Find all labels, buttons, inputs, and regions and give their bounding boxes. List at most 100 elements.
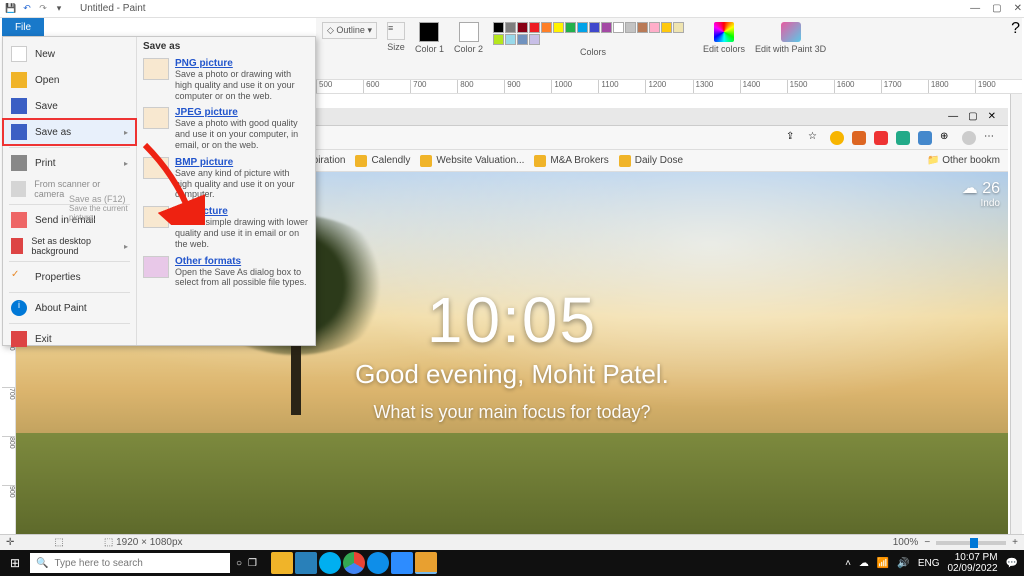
save-as-gif[interactable]: GIF pictureSave a simple drawing with lo… — [143, 206, 309, 249]
ribbon-color1[interactable]: Color 1 — [415, 22, 444, 54]
color-palette[interactable] — [493, 22, 693, 45]
app-skype-icon[interactable] — [319, 552, 341, 574]
save-as-png[interactable]: PNG pictureSave a photo or drawing with … — [143, 58, 309, 101]
app-teamviewer-icon[interactable] — [367, 552, 389, 574]
app-zoom-icon[interactable] — [391, 552, 413, 574]
palette-swatch[interactable] — [553, 22, 564, 33]
paint-3d-button[interactable]: Edit with Paint 3D — [755, 22, 826, 54]
task-view-icon[interactable]: ❐ — [248, 558, 257, 569]
palette-swatch[interactable] — [505, 22, 516, 33]
bookmark-item[interactable]: Daily Dose — [619, 155, 683, 167]
zoom-level: 100% — [893, 537, 919, 548]
other-bookmarks[interactable]: 📁 Other bookm — [927, 155, 1000, 166]
save-as-bmp[interactable]: BMP pictureSave any kind of picture with… — [143, 157, 309, 200]
close-button[interactable]: ✕ — [1014, 3, 1022, 14]
tray-language[interactable]: ENG — [918, 558, 940, 569]
palette-swatch[interactable] — [517, 22, 528, 33]
bookmark-item[interactable]: M&A Brokers — [534, 155, 608, 167]
palette-swatch[interactable] — [601, 22, 612, 33]
file-print[interactable]: Print▸ Save as (F12) Save the current pi… — [3, 150, 136, 176]
palette-swatch[interactable] — [493, 22, 504, 33]
ext5-icon[interactable] — [918, 131, 932, 145]
help-icon[interactable]: ? — [1011, 20, 1020, 38]
windows-taskbar: ⊞ 🔍 Type here to search ○ ❐ ˄ ☁ 📶 🔊 ENG … — [0, 550, 1024, 576]
save-as-other[interactable]: Other formatsOpen the Save As dialog box… — [143, 256, 309, 289]
palette-swatch[interactable] — [577, 22, 588, 33]
bookmark-item[interactable]: Calendly — [355, 155, 410, 167]
zoom-slider[interactable] — [936, 541, 1006, 545]
ext2-icon[interactable] — [852, 131, 866, 145]
app-edge-icon[interactable] — [295, 552, 317, 574]
file-menu-list: New Open Save Save as▸ Print▸ Save as (F… — [3, 37, 137, 345]
taskbar-clock[interactable]: 10:07 PM 02/09/2022 — [947, 552, 997, 574]
app-explorer-icon[interactable] — [271, 552, 293, 574]
taskbar-search[interactable]: 🔍 Type here to search — [30, 553, 230, 573]
file-menu-panel: New Open Save Save as▸ Print▸ Save as (F… — [2, 36, 316, 346]
paint-title-bar: 💾 ↶ ↷ ▾ Untitled - Paint — ▢ ✕ — [0, 0, 1024, 18]
ext4-icon[interactable] — [896, 131, 910, 145]
qat-redo-icon[interactable]: ↷ — [36, 2, 50, 16]
ext1-icon[interactable] — [830, 131, 844, 145]
collections-icon[interactable]: ⊕ — [940, 131, 954, 145]
palette-swatch[interactable] — [493, 34, 504, 45]
ribbon-outline[interactable]: ◇ Outline ▾ — [322, 22, 377, 39]
palette-swatch[interactable] — [565, 22, 576, 33]
palette-swatch[interactable] — [589, 22, 600, 33]
share-icon[interactable]: ⇪ — [786, 131, 800, 145]
palette-swatch[interactable] — [649, 22, 660, 33]
ribbon-size[interactable]: ≡Size — [387, 22, 405, 52]
cortana-icon[interactable]: ○ — [236, 558, 242, 569]
weather-widget[interactable]: ☁ 26 Indo — [962, 178, 1000, 209]
edge-minimize[interactable]: — — [948, 111, 958, 122]
file-exit[interactable]: Exit — [3, 326, 136, 352]
app-paint-icon[interactable] — [415, 552, 437, 574]
save-as-submenu: Save as PNG pictureSave a photo or drawi… — [137, 37, 315, 345]
file-properties[interactable]: ✓Properties — [3, 264, 136, 290]
maximize-button[interactable]: ▢ — [992, 3, 1001, 14]
file-open[interactable]: Open — [3, 67, 136, 93]
tray-wifi-icon[interactable]: 📶 — [877, 558, 889, 569]
window-title: Untitled - Paint — [80, 3, 146, 14]
minimize-button[interactable]: — — [970, 3, 980, 14]
save-as-jpeg[interactable]: JPEG pictureSave a photo with good quali… — [143, 107, 309, 150]
favorite-icon[interactable]: ☆ — [808, 131, 822, 145]
file-save-as[interactable]: Save as▸ — [3, 119, 136, 145]
ext3-icon[interactable] — [874, 131, 888, 145]
edge-maximize[interactable]: ▢ — [968, 111, 977, 122]
zoom-out-button[interactable]: − — [924, 537, 930, 548]
notifications-icon[interactable]: 💬 — [1006, 558, 1018, 569]
save-as-hint-desc: Save the current picture. — [69, 205, 131, 223]
qat-customize-icon[interactable]: ▾ — [52, 2, 66, 16]
palette-swatch[interactable] — [613, 22, 624, 33]
file-new[interactable]: New — [3, 41, 136, 67]
palette-swatch[interactable] — [637, 22, 648, 33]
palette-swatch[interactable] — [661, 22, 672, 33]
palette-swatch[interactable] — [541, 22, 552, 33]
start-button[interactable]: ⊞ — [0, 556, 30, 570]
tray-onedrive-icon[interactable]: ☁ — [859, 558, 869, 569]
palette-swatch[interactable] — [673, 22, 684, 33]
file-save[interactable]: Save — [3, 93, 136, 119]
zoom-in-button[interactable]: + — [1012, 537, 1018, 548]
bookmark-item[interactable]: Website Valuation... — [420, 155, 524, 167]
qat-save-icon[interactable]: 💾 — [4, 2, 18, 16]
palette-swatch[interactable] — [505, 34, 516, 45]
app-chrome-icon[interactable] — [343, 552, 365, 574]
palette-swatch[interactable] — [625, 22, 636, 33]
vertical-scrollbar[interactable] — [1010, 94, 1022, 534]
palette-swatch[interactable] — [517, 34, 528, 45]
edge-close[interactable]: ✕ — [988, 111, 996, 122]
palette-swatch[interactable] — [529, 22, 540, 33]
file-tab[interactable]: File — [2, 18, 44, 36]
profile-avatar[interactable] — [962, 131, 976, 145]
file-about[interactable]: iAbout Paint — [3, 295, 136, 321]
qat-undo-icon[interactable]: ↶ — [20, 2, 34, 16]
tray-chevron-icon[interactable]: ˄ — [845, 558, 851, 569]
focus-prompt[interactable]: What is your main focus for today? — [373, 402, 650, 423]
edge-menu-icon[interactable]: ⋯ — [984, 131, 998, 145]
edit-colors-button[interactable]: Edit colors — [703, 22, 745, 54]
file-set-background[interactable]: Set as desktop background▸ — [3, 233, 136, 259]
palette-swatch[interactable] — [529, 34, 540, 45]
tray-volume-icon[interactable]: 🔊 — [897, 558, 909, 569]
ribbon-color2[interactable]: Color 2 — [454, 22, 483, 54]
